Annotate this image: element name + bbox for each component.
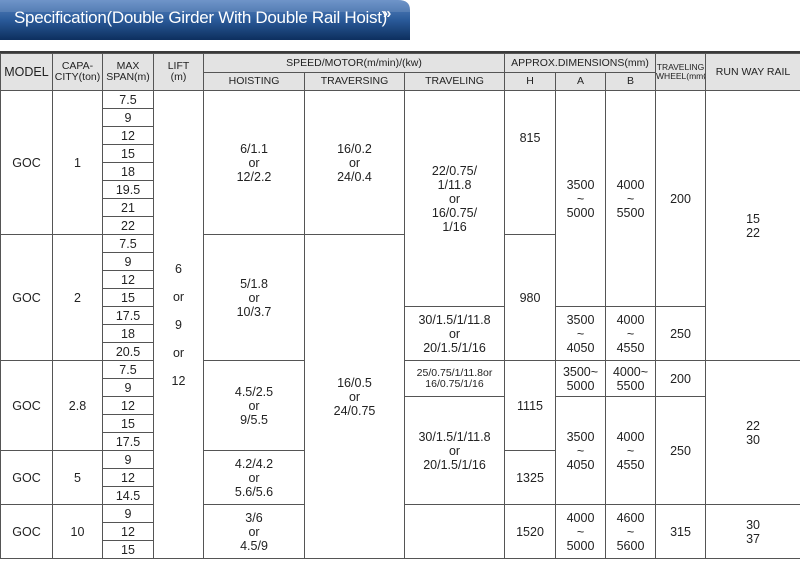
dimension-b-cell: 4600 ~ 5600	[604, 504, 657, 559]
header-speed-motor: SPEED/MOTOR(m/min)/(kw)	[203, 53, 505, 73]
span-cell: 9	[102, 252, 154, 271]
rail-cell: 30 37	[705, 504, 800, 559]
h-cell: 815	[504, 90, 556, 235]
dimension-b-cell: 4000~ 5500	[604, 360, 657, 397]
span-cell: 21	[102, 198, 154, 217]
h-cell: 1520	[504, 504, 556, 559]
span-cell: 22	[102, 216, 154, 235]
page-title: Specification(Double Girder With Double …	[14, 8, 388, 27]
traveling-cell: 22/0.75/ 1/11.8 or 16/0.75/ 1/16	[404, 90, 505, 307]
span-cell: 9	[102, 450, 154, 469]
span-cell: 7.5	[102, 90, 154, 109]
span-cell: 12	[102, 468, 154, 487]
dimension-b-cell: 4000 ~ 4550	[604, 396, 657, 505]
traveling-cell: 25/0.75/1/11.8or 16/0.75/1/16	[404, 360, 505, 397]
title-banner: Specification(Double Girder With Double …	[0, 0, 410, 40]
header-h: H	[504, 72, 556, 91]
chevron-right-icon: »	[383, 5, 392, 22]
capacity-cell: 2	[52, 234, 103, 361]
header-a: A	[555, 72, 606, 91]
header-traveling-wheel: TRAVELING WHEEL(mmØ)	[655, 53, 707, 91]
wheel-cell: 250	[655, 306, 707, 361]
span-cell: 7.5	[102, 360, 154, 379]
traveling-cell: 30/1.5/1/11.8 or 20/1.5/1/16	[404, 396, 505, 505]
span-cell: 14.5	[102, 486, 154, 505]
span-cell: 15	[102, 288, 154, 307]
wheel-cell: 200	[655, 90, 707, 307]
header-model: MODEL	[0, 53, 53, 91]
hoisting-cell: 4.5/2.5 or 9/5.5	[203, 360, 305, 451]
model-cell: GOC	[0, 504, 53, 559]
h-cell: 1325	[504, 450, 556, 505]
specification-table: MODEL CAPA- CITY(ton) MAX SPAN(m) LIFT (…	[0, 53, 800, 559]
dimension-a-cell: 3500 ~ 5000	[555, 90, 606, 307]
dimension-a-cell: 3500 ~ 4050	[555, 306, 606, 361]
hoisting-cell: 6/1.1 or 12/2.2	[203, 90, 305, 235]
rail-cell: 22 30	[705, 360, 800, 505]
lift-cell: 6 or 9 or 12	[153, 90, 204, 559]
span-cell: 15	[102, 540, 154, 559]
span-cell: 19.5	[102, 180, 154, 199]
dimension-a-cell: 3500 ~ 4050	[555, 396, 606, 505]
model-cell: GOC	[0, 234, 53, 361]
span-cell: 17.5	[102, 306, 154, 325]
wheel-cell: 200	[655, 360, 707, 397]
wheel-cell: 315	[655, 504, 707, 559]
model-cell: GOC	[0, 90, 53, 235]
model-cell: GOC	[0, 450, 53, 505]
span-cell: 12	[102, 522, 154, 541]
rail-cell: 15 22	[705, 90, 800, 361]
capacity-cell: 5	[52, 450, 103, 505]
dimension-a-cell: 3500~ 5000	[555, 360, 606, 397]
traveling-cell	[404, 504, 505, 559]
span-cell: 9	[102, 504, 154, 523]
span-cell: 18	[102, 162, 154, 181]
header-lift: LIFT (m)	[153, 53, 204, 91]
capacity-cell: 1	[52, 90, 103, 235]
header-max-span: MAX SPAN(m)	[102, 53, 154, 91]
hoisting-cell: 3/6 or 4.5/9	[203, 504, 305, 559]
span-cell: 12	[102, 396, 154, 415]
span-cell: 9	[102, 378, 154, 397]
header-traveling: TRAVELING	[404, 72, 505, 91]
span-cell: 17.5	[102, 432, 154, 451]
header-runway-rail: RUN WAY RAIL	[705, 53, 800, 91]
header-traversing: TRAVERSING	[304, 72, 405, 91]
model-cell: GOC	[0, 360, 53, 451]
dimension-b-cell: 4000 ~ 5500	[604, 90, 657, 307]
dimension-b-cell: 4000 ~ 4550	[604, 306, 657, 361]
span-cell: 18	[102, 324, 154, 343]
header-approx-dimensions: APPROX.DIMENSIONS(mm)	[503, 53, 657, 73]
capacity-cell: 10	[52, 504, 103, 559]
capacity-cell: 2.8	[52, 360, 103, 451]
traversing-cell: 16/0.2 or 24/0.4	[304, 90, 405, 235]
span-cell: 15	[102, 414, 154, 433]
span-cell: 7.5	[102, 234, 154, 253]
traveling-cell: 30/1.5/1/11.8 or 20/1.5/1/16	[404, 306, 505, 361]
h-cell: 1115	[504, 360, 556, 451]
hoisting-cell: 5/1.8 or 10/3.7	[203, 234, 305, 361]
span-cell: 12	[102, 270, 154, 289]
h-cell: 980	[504, 234, 556, 361]
span-cell: 9	[102, 108, 154, 127]
wheel-cell: 250	[655, 396, 707, 505]
header-b: B	[604, 72, 657, 91]
span-cell: 15	[102, 144, 154, 163]
hoisting-cell: 4.2/4.2 or 5.6/5.6	[203, 450, 305, 505]
header-capacity: CAPA- CITY(ton)	[52, 53, 103, 91]
dimension-a-cell: 4000 ~ 5000	[555, 504, 606, 559]
span-cell: 12	[102, 126, 154, 145]
header-hoisting: HOISTING	[203, 72, 305, 91]
span-cell: 20.5	[102, 342, 154, 361]
traversing-cell: 16/0.5 or 24/0.75	[304, 234, 405, 559]
